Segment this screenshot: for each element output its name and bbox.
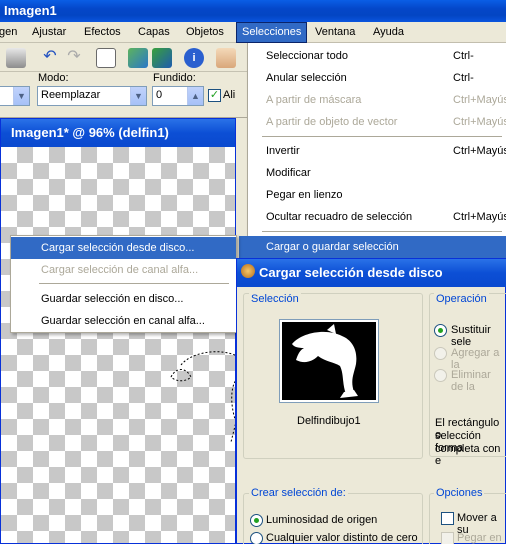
submenu-item-cargar-alfa: Cargar selección de canal alfa... bbox=[41, 264, 199, 276]
selection-type-combo[interactable]: ▼ bbox=[0, 86, 30, 106]
radio-sustituir-label: Sustituir sele bbox=[451, 324, 491, 348]
crop-icon[interactable] bbox=[96, 48, 116, 68]
seleccion-group-label: Selección bbox=[249, 293, 301, 305]
menu-item-seleccionar-todo[interactable]: Seleccionar todo Ctrl- bbox=[248, 45, 506, 67]
selection-marquee bbox=[170, 351, 235, 443]
menu-item-invertir[interactable]: Invertir Ctrl+Mayús bbox=[248, 140, 506, 162]
document-title-bar: Imagen1* @ 96% (delfin1) bbox=[1, 119, 235, 147]
layers-icon[interactable] bbox=[128, 48, 148, 68]
blend-label: Fundido: bbox=[153, 72, 196, 84]
info-icon[interactable]: i bbox=[184, 48, 204, 68]
menu-ayuda[interactable]: Ayuda bbox=[368, 22, 409, 43]
radio-agregar-label: Agregar a la bbox=[451, 347, 500, 371]
undo-icon[interactable]: ↶ bbox=[40, 48, 60, 68]
selection-thumbnail[interactable]: ▸ bbox=[279, 319, 379, 403]
mode-select[interactable]: Reemplazar ▼ bbox=[37, 86, 147, 106]
redo-icon[interactable]: ↷ bbox=[64, 48, 84, 68]
radio-sustituir[interactable] bbox=[434, 324, 447, 337]
radio-valor-distinto[interactable] bbox=[250, 532, 263, 544]
selecciones-menu: Seleccionar todo Ctrl- Anular selección Ct… bbox=[239, 43, 506, 261]
dolphin-thumbnail-image bbox=[282, 322, 376, 400]
cargar-guardar-submenu: Cargar selección desde disco... Cargar s… bbox=[10, 235, 237, 333]
menu-item-modificar[interactable]: Modificar bbox=[248, 162, 506, 184]
submenu-item-cargar-disco[interactable]: Cargar selección desde disco... bbox=[11, 237, 236, 259]
menu-item-anular-seleccion[interactable]: Anular selección Ctrl- bbox=[248, 67, 506, 89]
menu-bar: gen Ajustar Efectos Capas Objetos Selecc… bbox=[0, 22, 506, 43]
menu-item-pegar-lienzo[interactable]: Pegar en lienzo bbox=[248, 184, 506, 206]
menu-capas[interactable]: Capas bbox=[133, 22, 175, 43]
radio-luminosidad[interactable] bbox=[250, 514, 263, 527]
menu-ajustar[interactable]: Ajustar bbox=[27, 22, 71, 43]
document-title: Imagen1* @ 96% (delfin1) bbox=[11, 125, 169, 140]
antialias-label: Ali bbox=[223, 89, 236, 101]
app-logo-icon bbox=[241, 264, 255, 278]
menu-ventana[interactable]: Ventana bbox=[310, 22, 360, 43]
crear-seleccion-label: Crear selección de: bbox=[249, 487, 348, 499]
cargar-seleccion-dialog: Cargar selección desde disco Selección ▸… bbox=[236, 258, 506, 544]
dialog-title-bar: Cargar selección desde disco bbox=[237, 259, 506, 287]
print-icon[interactable] bbox=[6, 48, 26, 68]
operacion-group-label: Operación bbox=[434, 293, 489, 305]
thumbnail-dropdown-icon: ▸ bbox=[371, 356, 376, 365]
menu-item-desde-vector: A partir de objeto de vectorCtrl+Mayús- bbox=[266, 116, 506, 128]
checkbox-mover[interactable] bbox=[441, 512, 454, 525]
submenu-item-guardar-alfa[interactable]: Guardar selección en canal alfa... bbox=[11, 310, 236, 332]
menu-separator bbox=[262, 136, 502, 137]
mode-label: Modo: bbox=[38, 72, 69, 84]
materials-icon[interactable] bbox=[152, 48, 172, 68]
thumbnail-name: Delfindibujo1 bbox=[297, 415, 361, 427]
opciones-label: Opciones bbox=[434, 487, 485, 499]
radio-luminosidad-label: Luminosidad de origen bbox=[266, 514, 378, 526]
radio-valor-distinto-label: Cualquier valor distinto de cero bbox=[266, 532, 418, 544]
script-icon[interactable] bbox=[216, 48, 236, 68]
menu-separator bbox=[262, 231, 502, 232]
radio-eliminar-label: Eliminar de la bbox=[451, 369, 491, 393]
checkbox-pegar-label: Pegar en l bbox=[457, 532, 502, 544]
menu-imagen[interactable]: gen bbox=[0, 22, 22, 43]
menu-selecciones[interactable]: Selecciones bbox=[236, 22, 308, 43]
app-title-bar: Imagen1 bbox=[0, 0, 506, 22]
radio-eliminar bbox=[434, 369, 447, 382]
image-canvas[interactable] bbox=[1, 147, 235, 543]
app-title: Imagen1 bbox=[4, 3, 57, 18]
menu-item-cargar-guardar[interactable]: Cargar o guardar selección bbox=[239, 236, 506, 258]
menu-item-ocultar-recuadro[interactable]: Ocultar recuadro de selecciónCtrl+Mayús- bbox=[248, 206, 506, 228]
dialog-title: Cargar selección desde disco bbox=[259, 265, 443, 280]
blend-spinner[interactable]: 0 ▲ bbox=[152, 86, 204, 106]
info-text-line-3: completa con e bbox=[435, 443, 501, 467]
menu-item-desde-mascara: A partir de máscaraCtrl+Mayús- bbox=[266, 94, 506, 106]
radio-agregar bbox=[434, 347, 447, 360]
menu-objetos[interactable]: Objetos bbox=[181, 22, 229, 43]
submenu-separator bbox=[39, 283, 229, 284]
submenu-item-guardar-disco[interactable]: Guardar selección en disco... bbox=[11, 288, 236, 310]
menu-efectos[interactable]: Efectos bbox=[79, 22, 126, 43]
antialias-checkbox[interactable]: ✓ bbox=[208, 89, 221, 102]
checkbox-pegar bbox=[441, 532, 454, 544]
